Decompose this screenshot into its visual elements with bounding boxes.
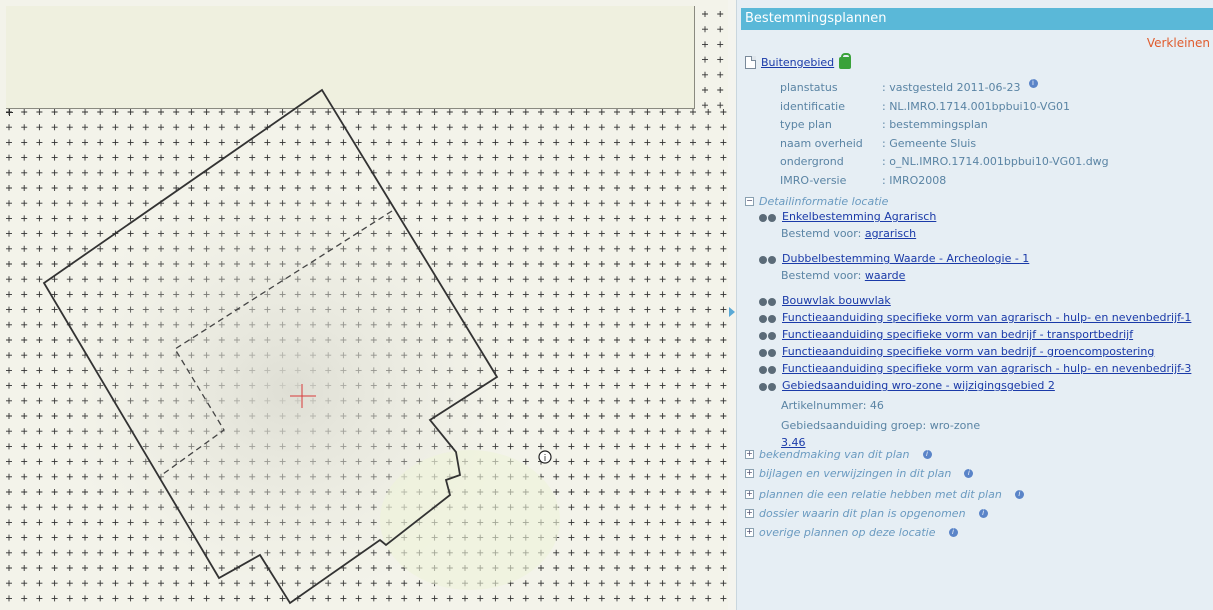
- meta-key: planstatus: [780, 81, 838, 94]
- detail-link[interactable]: Bouwvlak bouwvlak: [782, 292, 891, 309]
- binoculars-icon: [759, 313, 777, 323]
- panel-title: Bestemmingsplannen: [741, 8, 1213, 30]
- meta-key: type plan: [780, 118, 832, 132]
- section-bekendmaking[interactable]: + bekendmaking van dit plan i: [745, 448, 932, 461]
- info-icon[interactable]: i: [948, 528, 958, 537]
- detail-list: Enkelbestemming Agrarisch Bestemd voor: …: [759, 208, 1191, 451]
- meta-value: : o_NL.IMRO.1714.001bpbui10-VG01.dwg: [882, 155, 1109, 169]
- detail-sub: Bestemd voor: agrarisch: [759, 225, 1191, 242]
- section-dossier[interactable]: + dossier waarin dit plan is opgenomen i: [745, 507, 988, 520]
- meta-value: : Gemeente Sluis: [882, 136, 977, 150]
- collapse-link[interactable]: Verkleinen: [1147, 36, 1210, 50]
- section-bijlagen[interactable]: + bijlagen en verwijzingen in dit plan i: [745, 467, 974, 480]
- meta-key: IMRO-versie: [780, 173, 847, 187]
- section-relatie[interactable]: + plannen die een relatie hebben met dit…: [745, 488, 1024, 501]
- expand-toggle-icon[interactable]: +: [745, 450, 754, 459]
- meta-value: : vastgesteld 2011-06-23: [882, 81, 1021, 94]
- binoculars-icon: [759, 381, 777, 391]
- binoculars-icon: [759, 212, 777, 222]
- binoculars-icon: [759, 347, 777, 357]
- document-icon: [745, 56, 756, 69]
- section-label: dossier waarin dit plan is opgenomen: [759, 507, 966, 520]
- area-group: Gebiedsaanduiding groep: wro-zone: [781, 419, 981, 432]
- section-detailinformatie[interactable]: − Detailinformatie locatie: [745, 195, 888, 208]
- info-marker-icon[interactable]: i: [538, 450, 552, 464]
- info-panel: Bestemmingsplannen Verkleinen Buitengebi…: [736, 0, 1213, 610]
- detail-link[interactable]: Gebiedsaanduiding wro-zone - wijzigingsg…: [782, 377, 1055, 394]
- sub-label: Bestemd voor:: [781, 227, 862, 240]
- sub-label: Bestemd voor:: [781, 269, 862, 282]
- section-label: plannen die een relatie hebben met dit p…: [759, 488, 1002, 501]
- plan-name-link[interactable]: Buitengebied: [761, 56, 834, 69]
- info-icon[interactable]: i: [964, 469, 974, 478]
- plan-metadata: planstatus : vastgesteld 2011-06-23 i iden…: [780, 79, 1109, 191]
- sub-link[interactable]: agrarisch: [865, 227, 916, 240]
- lock-icon: [839, 52, 852, 69]
- meta-key: naam overheid: [780, 136, 863, 150]
- expand-toggle-icon[interactable]: +: [745, 469, 754, 478]
- svg-text:i: i: [544, 454, 547, 464]
- detail-link[interactable]: Functieaanduiding specifieke vorm van be…: [782, 326, 1133, 343]
- meta-value: : bestemmingsplan: [882, 118, 988, 132]
- meta-value: : NL.IMRO.1714.001bpbui10-VG01: [882, 99, 1070, 113]
- info-icon[interactable]: i: [978, 509, 988, 518]
- detail-link[interactable]: Dubbelbestemming Waarde - Archeologie - …: [782, 250, 1029, 267]
- collapse-toggle-icon[interactable]: −: [745, 197, 754, 206]
- detail-link[interactable]: Functieaanduiding specifieke vorm van ag…: [782, 309, 1191, 326]
- detail-link[interactable]: Functieaanduiding specifieke vorm van ag…: [782, 360, 1191, 377]
- section-label: bijlagen en verwijzingen in dit plan: [759, 467, 952, 480]
- expand-toggle-icon[interactable]: +: [745, 528, 754, 537]
- section-label: Detailinformatie locatie: [759, 195, 889, 208]
- panel-splitter[interactable]: [728, 0, 736, 610]
- meta-key: ondergrond: [780, 155, 844, 169]
- info-icon[interactable]: i: [922, 450, 932, 459]
- article-number: Artikelnummer: 46: [781, 399, 884, 412]
- expand-toggle-icon[interactable]: +: [745, 490, 754, 499]
- expand-arrow-icon[interactable]: [729, 307, 735, 317]
- binoculars-icon: [759, 364, 777, 374]
- info-icon[interactable]: i: [1028, 79, 1038, 88]
- section-overige[interactable]: + overige plannen op deze locatie i: [745, 526, 958, 539]
- map-view[interactable]: i: [0, 0, 736, 610]
- binoculars-icon: [759, 254, 777, 264]
- meta-key: identificatie: [780, 99, 846, 113]
- map-features: i: [42, 88, 560, 605]
- binoculars-icon: [759, 330, 777, 340]
- meta-value: : IMRO2008: [882, 173, 947, 187]
- detail-link[interactable]: Functieaanduiding specifieke vorm van be…: [782, 343, 1154, 360]
- expand-toggle-icon[interactable]: +: [745, 509, 754, 518]
- binoculars-icon: [759, 296, 777, 306]
- detail-sub: Bestemd voor: waarde: [759, 267, 1191, 284]
- sub-link[interactable]: waarde: [865, 269, 906, 282]
- info-icon[interactable]: i: [1014, 490, 1024, 499]
- section-label: overige plannen op deze locatie: [759, 526, 936, 539]
- detail-link[interactable]: Enkelbestemming Agrarisch: [782, 208, 936, 225]
- section-label: bekendmaking van dit plan: [759, 448, 910, 461]
